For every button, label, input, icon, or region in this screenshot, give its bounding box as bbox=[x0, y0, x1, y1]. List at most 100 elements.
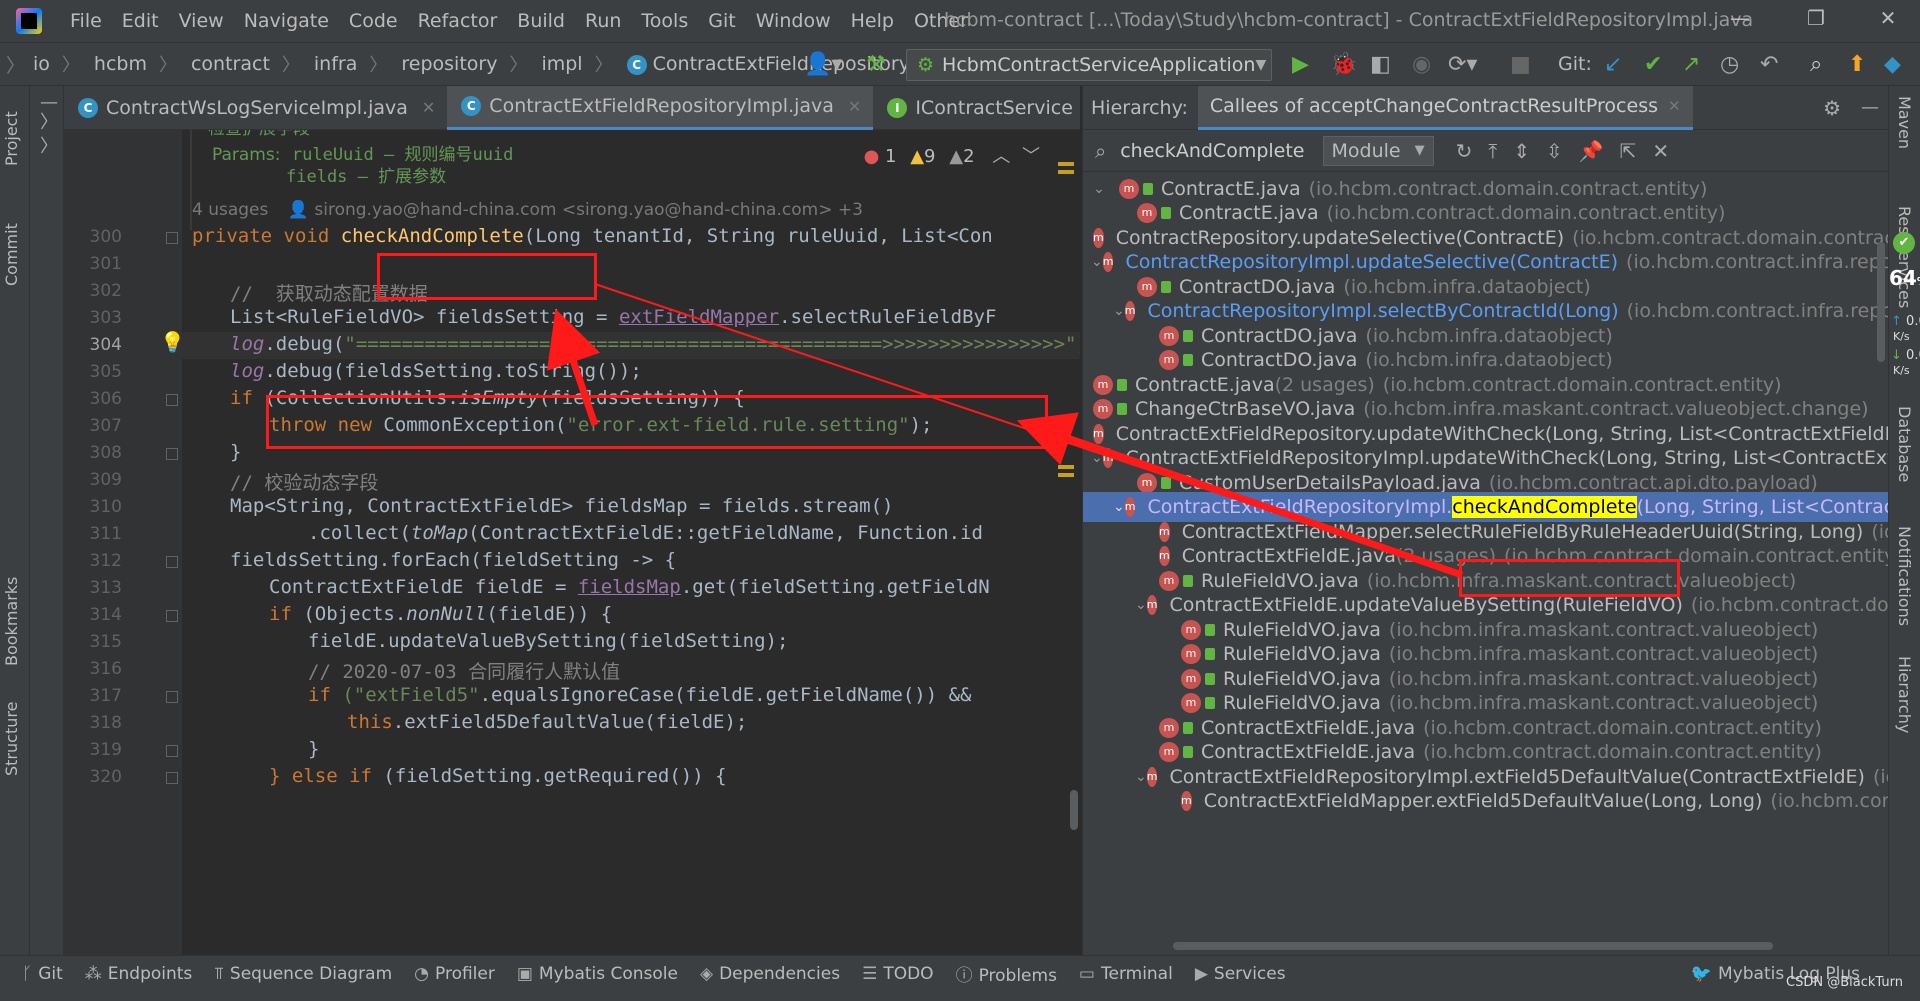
tree-row[interactable]: m ContractExtFieldMapper.extField5Default… bbox=[1083, 786, 1889, 816]
fold-icon[interactable] bbox=[166, 394, 178, 406]
next-highlight-icon[interactable]: ﹀ bbox=[1022, 146, 1040, 167]
user-icon[interactable]: 👤▾ bbox=[804, 52, 842, 77]
breadcrumb-class[interactable]: C ContractExtFieldRepositoryImpl bbox=[626, 53, 951, 75]
breadcrumb-repository[interactable]: repository bbox=[401, 53, 497, 75]
inspection-widget[interactable]: ● 1 ▲9 ▲2 ︿ ﹀ bbox=[864, 142, 1040, 168]
tool-sequence-diagram[interactable]: ⫪ Sequence Diagram bbox=[214, 964, 392, 984]
update-icon[interactable]: ⬆ bbox=[1848, 52, 1866, 77]
tool-mybatis-console[interactable]: ▣ Mybatis Console bbox=[517, 964, 678, 984]
rollback-icon[interactable]: ↶ bbox=[1760, 52, 1778, 77]
fold-icon[interactable] bbox=[166, 691, 178, 703]
scope-select[interactable]: Module ▼ bbox=[1322, 135, 1434, 166]
breadcrumb-hcbm[interactable]: hcbm bbox=[94, 53, 147, 75]
tree-horizontal-scrollbar[interactable] bbox=[1173, 942, 1773, 950]
build-hammer-icon[interactable]: ⚒ bbox=[866, 52, 886, 77]
git-commit-icon[interactable]: ✔ bbox=[1644, 52, 1662, 77]
breadcrumb-infra[interactable]: infra bbox=[314, 53, 357, 75]
tab-contract-ext-field-repository-impl[interactable]: C ContractExtFieldRepositoryImpl.java ✕ bbox=[447, 85, 874, 130]
menu-code[interactable]: Code bbox=[339, 10, 408, 32]
refresh-icon[interactable]: ↻ bbox=[1456, 139, 1473, 163]
tool-commit[interactable]: Commit bbox=[2, 206, 21, 286]
chevron-down-icon[interactable]: ⌄ bbox=[1091, 450, 1103, 466]
collapse-all-icon[interactable]: ⇳ bbox=[1546, 139, 1563, 163]
breadcrumb-io[interactable]: io bbox=[33, 53, 50, 75]
minimize-panel-icon[interactable]: — bbox=[1861, 97, 1879, 118]
pin-icon[interactable]: 📌 bbox=[1579, 139, 1604, 163]
tool-database[interactable]: Database bbox=[1895, 406, 1914, 482]
close-icon[interactable]: ✕ bbox=[1652, 139, 1669, 163]
run-with-icon[interactable]: ⟳▾ bbox=[1448, 52, 1477, 77]
menu-navigate[interactable]: Navigate bbox=[234, 10, 339, 32]
tool-notifications[interactable]: Notifications bbox=[1895, 526, 1914, 626]
menu-refactor[interactable]: Refactor bbox=[408, 10, 508, 32]
author-hint[interactable]: sirong.yao@hand-china.com <sirong.yao@ha… bbox=[314, 200, 863, 220]
fold-icon[interactable] bbox=[166, 232, 178, 244]
menu-tools[interactable]: Tools bbox=[631, 10, 698, 32]
menu-run[interactable]: Run bbox=[575, 10, 631, 32]
fold-icon[interactable] bbox=[166, 745, 178, 757]
close-window-icon[interactable]: ✕ bbox=[1868, 6, 1908, 30]
code-editor[interactable]: 检查扩展字段 Params: ruleUuid – 规则编号uuid field… bbox=[182, 130, 1080, 955]
close-tab-icon[interactable]: ✕ bbox=[1668, 97, 1681, 115]
git-update-icon[interactable]: ↙ bbox=[1604, 52, 1622, 77]
coverage-icon[interactable]: ◧ bbox=[1370, 52, 1391, 77]
chevron-down-icon[interactable]: ⌄ bbox=[1135, 769, 1147, 785]
menu-git[interactable]: Git bbox=[698, 10, 745, 32]
menu-edit[interactable]: Edit bbox=[112, 10, 169, 32]
search-icon[interactable]: ⌕ bbox=[1810, 52, 1822, 77]
tool-services[interactable]: ▶ Services bbox=[1195, 964, 1286, 984]
chevron-down-icon[interactable]: ⌄ bbox=[1113, 499, 1125, 515]
tool-hierarchy[interactable]: Hierarchy bbox=[1895, 656, 1914, 733]
chevron-down-icon[interactable]: ⌄ bbox=[1113, 303, 1125, 319]
run-icon[interactable]: ▶ bbox=[1292, 52, 1309, 77]
tool-problems[interactable]: ⓘ Problems bbox=[956, 961, 1057, 986]
tab-callees[interactable]: Callees of acceptChangeContractResultPro… bbox=[1197, 85, 1693, 130]
hierarchy-method-field[interactable]: checkAndComplete bbox=[1120, 140, 1304, 162]
tool-bookmarks[interactable]: Bookmarks bbox=[2, 566, 21, 666]
tool-maven[interactable]: Maven bbox=[1895, 96, 1914, 149]
fold-icon[interactable] bbox=[166, 610, 178, 622]
history-icon[interactable]: ◷ bbox=[1720, 52, 1739, 77]
chevron-down-icon[interactable]: ⌄ bbox=[1091, 181, 1107, 197]
export-icon[interactable]: ⇱ bbox=[1620, 139, 1637, 163]
plugin-icon[interactable]: ◆ bbox=[1884, 52, 1901, 77]
menu-view[interactable]: View bbox=[169, 10, 234, 32]
tool-project[interactable]: Project bbox=[2, 96, 21, 166]
breadcrumb-impl[interactable]: impl bbox=[541, 53, 582, 75]
method-name-check-and-complete[interactable]: checkAndComplete bbox=[341, 225, 524, 247]
menu-file[interactable]: File bbox=[60, 10, 112, 32]
caller-hierarchy-icon[interactable]: ⤒ bbox=[1488, 139, 1497, 163]
previous-highlight-icon[interactable]: ︿ bbox=[992, 146, 1010, 167]
fold-icon[interactable] bbox=[166, 772, 178, 784]
tool-git[interactable]: ᚴ Git bbox=[22, 964, 63, 984]
stop-icon[interactable]: ■ bbox=[1510, 52, 1531, 77]
chevron-down-icon[interactable]: ⌄ bbox=[1091, 254, 1103, 270]
tab-icontract-service[interactable]: I IContractService bbox=[873, 86, 1085, 130]
expand-all-icon[interactable]: ⇕ bbox=[1513, 139, 1530, 163]
menu-window[interactable]: Window bbox=[746, 10, 841, 32]
breadcrumb-contract[interactable]: contract bbox=[191, 53, 270, 75]
tool-dependencies[interactable]: ◈ Dependencies bbox=[700, 964, 840, 984]
git-push-icon[interactable]: ↗ bbox=[1682, 52, 1700, 77]
restore-icon[interactable]: ❐ bbox=[1796, 6, 1836, 30]
usages-hint[interactable]: 4 usages bbox=[192, 200, 268, 220]
menu-help[interactable]: Help bbox=[841, 10, 904, 32]
run-configuration-select[interactable]: ⚙ HcbmContractServiceApplication ▼ bbox=[906, 49, 1272, 81]
minimize-icon[interactable]: — bbox=[1720, 6, 1760, 30]
breadcrumb-back-icon[interactable]: 〉 bbox=[6, 51, 25, 78]
fold-icon[interactable] bbox=[166, 556, 178, 568]
tree-scrollbar[interactable] bbox=[1877, 242, 1885, 362]
tool-endpoints[interactable]: ⁂ Endpoints bbox=[85, 964, 193, 984]
tool-structure[interactable]: Structure bbox=[2, 686, 21, 776]
chevron-down-icon[interactable]: 〉 bbox=[40, 132, 58, 158]
tool-terminal[interactable]: ▭ Terminal bbox=[1079, 964, 1173, 984]
chevron-right-icon[interactable]: 〉 bbox=[40, 108, 58, 134]
tool-profiler[interactable]: ◔ Profiler bbox=[414, 964, 495, 984]
close-tab-icon[interactable]: ✕ bbox=[848, 97, 861, 116]
close-tab-icon[interactable]: ✕ bbox=[422, 98, 435, 117]
gear-icon[interactable]: ⚙ bbox=[1823, 96, 1841, 120]
profile-icon[interactable]: ◉ bbox=[1412, 52, 1431, 77]
tab-contract-ws-log-service-impl[interactable]: C ContractWsLogServiceImpl.java ✕ bbox=[64, 86, 447, 130]
editor-scrollbar[interactable] bbox=[1070, 790, 1078, 830]
menu-build[interactable]: Build bbox=[507, 10, 575, 32]
